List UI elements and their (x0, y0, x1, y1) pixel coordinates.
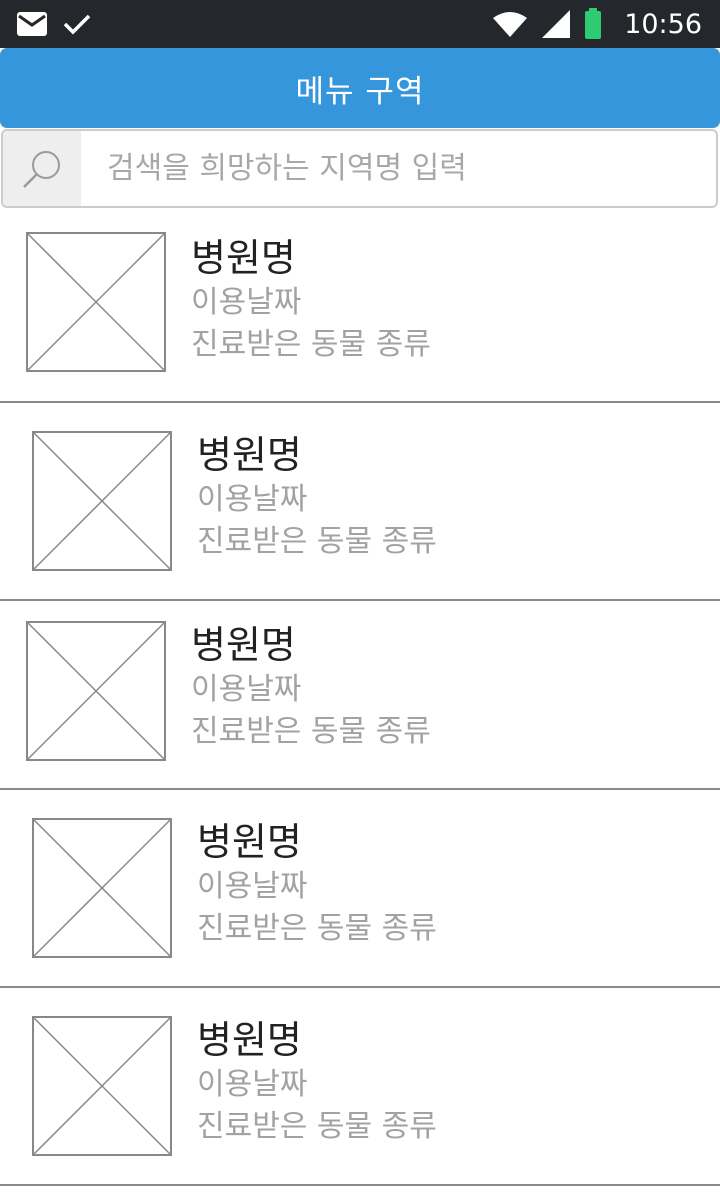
visit-date: 이용날짜 (197, 1067, 308, 1102)
animal-type: 진료받은 동물 종류 (197, 524, 437, 559)
mail-icon (17, 12, 47, 36)
search-input[interactable] (81, 131, 716, 206)
hospital-name: 병원명 (197, 1018, 302, 1062)
list-item[interactable]: 병원명 이용날짜 진료받은 동물 종류 (0, 988, 720, 1186)
status-left (16, 0, 92, 48)
animal-type: 진료받은 동물 종류 (197, 911, 437, 946)
visit-date: 이용날짜 (197, 482, 308, 517)
item-text: 병원명 이용날짜 진료받은 동물 종류 (197, 1016, 437, 1148)
battery-icon (585, 8, 602, 39)
hospital-name: 병원명 (191, 236, 296, 280)
item-text: 병원명 이용날짜 진료받은 동물 종류 (197, 818, 437, 950)
menu-area[interactable]: 메뉴 구역 (0, 48, 720, 128)
animal-type: 진료받은 동물 종류 (191, 714, 431, 749)
animal-type: 진료받은 동물 종류 (191, 327, 431, 362)
image-placeholder-icon (26, 232, 166, 372)
search-icon (23, 150, 60, 188)
status-time: 10:56 (624, 8, 702, 40)
item-text: 병원명 이용날짜 진료받은 동물 종류 (197, 431, 437, 563)
hospital-name: 병원명 (197, 433, 302, 477)
image-placeholder-icon (26, 621, 166, 761)
list-item[interactable]: 병원명 이용날짜 진료받은 동물 종류 (0, 790, 720, 988)
search-box[interactable] (1, 129, 718, 208)
search-button[interactable] (3, 131, 81, 206)
image-placeholder-icon (32, 1016, 172, 1156)
visit-date: 이용날짜 (191, 672, 302, 707)
item-text: 병원명 이용날짜 진료받은 동물 종류 (191, 234, 431, 366)
menu-title: 메뉴 구역 (295, 73, 425, 110)
animal-type: 진료받은 동물 종류 (197, 1109, 437, 1144)
check-icon (63, 14, 91, 35)
status-right: 10:56 (492, 0, 702, 48)
image-placeholder-icon (32, 818, 172, 958)
list-item[interactable]: 병원명 이용날짜 진료받은 동물 종류 (0, 601, 720, 790)
list-item[interactable]: 병원명 이용날짜 진료받은 동물 종류 (0, 208, 720, 403)
list-item[interactable]: 병원명 이용날짜 진료받은 동물 종류 (0, 403, 720, 601)
hospital-list: 병원명 이용날짜 진료받은 동물 종류 병원명 이용날짜 진료받은 동물 종류 … (0, 208, 720, 1186)
hospital-name: 병원명 (197, 820, 302, 864)
status-bar: 10:56 (0, 0, 720, 48)
visit-date: 이용날짜 (191, 285, 302, 320)
hospital-name: 병원명 (191, 623, 296, 667)
wifi-icon (493, 12, 528, 37)
signal-icon (542, 10, 571, 38)
item-text: 병원명 이용날짜 진료받은 동물 종류 (191, 621, 431, 753)
visit-date: 이용날짜 (197, 869, 308, 904)
image-placeholder-icon (32, 431, 172, 571)
